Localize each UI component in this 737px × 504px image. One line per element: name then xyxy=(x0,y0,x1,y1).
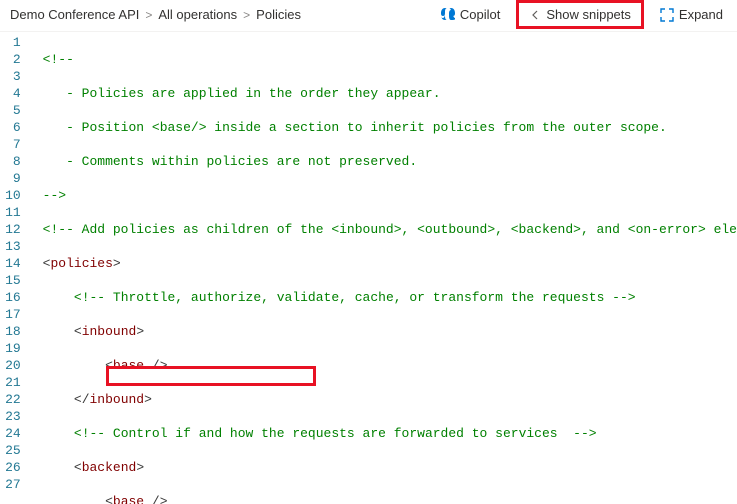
editor-header: Demo Conference API > All operations > P… xyxy=(0,0,737,32)
line-number: 21 xyxy=(0,374,21,391)
line-number: 12 xyxy=(0,221,21,238)
chevron-left-icon xyxy=(529,9,541,21)
line-number: 26 xyxy=(0,459,21,476)
comment: <!-- Add policies as children of the <in… xyxy=(43,222,737,237)
show-snippets-button[interactable]: Show snippets xyxy=(523,4,637,25)
line-number: 17 xyxy=(0,306,21,323)
line-number: 13 xyxy=(0,238,21,255)
snippets-highlight: Show snippets xyxy=(516,0,644,29)
line-number: 19 xyxy=(0,340,21,357)
expand-button[interactable]: Expand xyxy=(654,4,729,25)
comment: - Policies are applied in the order they… xyxy=(43,86,441,101)
header-actions: Copilot Show snippets Expand xyxy=(433,0,729,29)
breadcrumb-operations[interactable]: All operations xyxy=(158,7,237,22)
line-number: 1 xyxy=(0,34,21,51)
copilot-label: Copilot xyxy=(460,7,500,22)
line-number: 25 xyxy=(0,442,21,459)
line-number: 16 xyxy=(0,289,21,306)
copilot-icon xyxy=(439,7,455,23)
line-number: 7 xyxy=(0,136,21,153)
line-number: 20 xyxy=(0,357,21,374)
line-number: 8 xyxy=(0,153,21,170)
copilot-button[interactable]: Copilot xyxy=(433,4,506,26)
expand-label: Expand xyxy=(679,7,723,22)
line-number: 11 xyxy=(0,204,21,221)
code-content[interactable]: <!-- - Policies are applied in the order… xyxy=(35,32,737,504)
line-number: 24 xyxy=(0,425,21,442)
line-number: 10 xyxy=(0,187,21,204)
line-number: 23 xyxy=(0,408,21,425)
expand-icon xyxy=(660,8,674,22)
breadcrumb-policies: Policies xyxy=(256,7,301,22)
comment: - Position <base/> inside a section to i… xyxy=(43,120,667,135)
line-number: 22 xyxy=(0,391,21,408)
line-number: 5 xyxy=(0,102,21,119)
snippets-label: Show snippets xyxy=(546,7,631,22)
line-number: 3 xyxy=(0,68,21,85)
line-number: 2 xyxy=(0,51,21,68)
line-number: 27 xyxy=(0,476,21,493)
breadcrumb-sep: > xyxy=(145,8,152,22)
line-gutter: 1234567891011121314151617181920212223242… xyxy=(0,32,35,504)
code-editor[interactable]: 1234567891011121314151617181920212223242… xyxy=(0,32,737,504)
comment: <!-- Control if and how the requests are… xyxy=(74,426,597,441)
line-number: 9 xyxy=(0,170,21,187)
breadcrumb-sep: > xyxy=(243,8,250,22)
breadcrumb-api[interactable]: Demo Conference API xyxy=(10,7,139,22)
comment: --> xyxy=(43,188,66,203)
comment: - Comments within policies are not prese… xyxy=(43,154,417,169)
line-number: 14 xyxy=(0,255,21,272)
line-number: 6 xyxy=(0,119,21,136)
breadcrumb: Demo Conference API > All operations > P… xyxy=(10,7,301,22)
comment: <!-- Throttle, authorize, validate, cach… xyxy=(74,290,636,305)
line-number: 18 xyxy=(0,323,21,340)
comment: <!-- xyxy=(43,52,74,67)
line-number: 15 xyxy=(0,272,21,289)
line-number: 4 xyxy=(0,85,21,102)
